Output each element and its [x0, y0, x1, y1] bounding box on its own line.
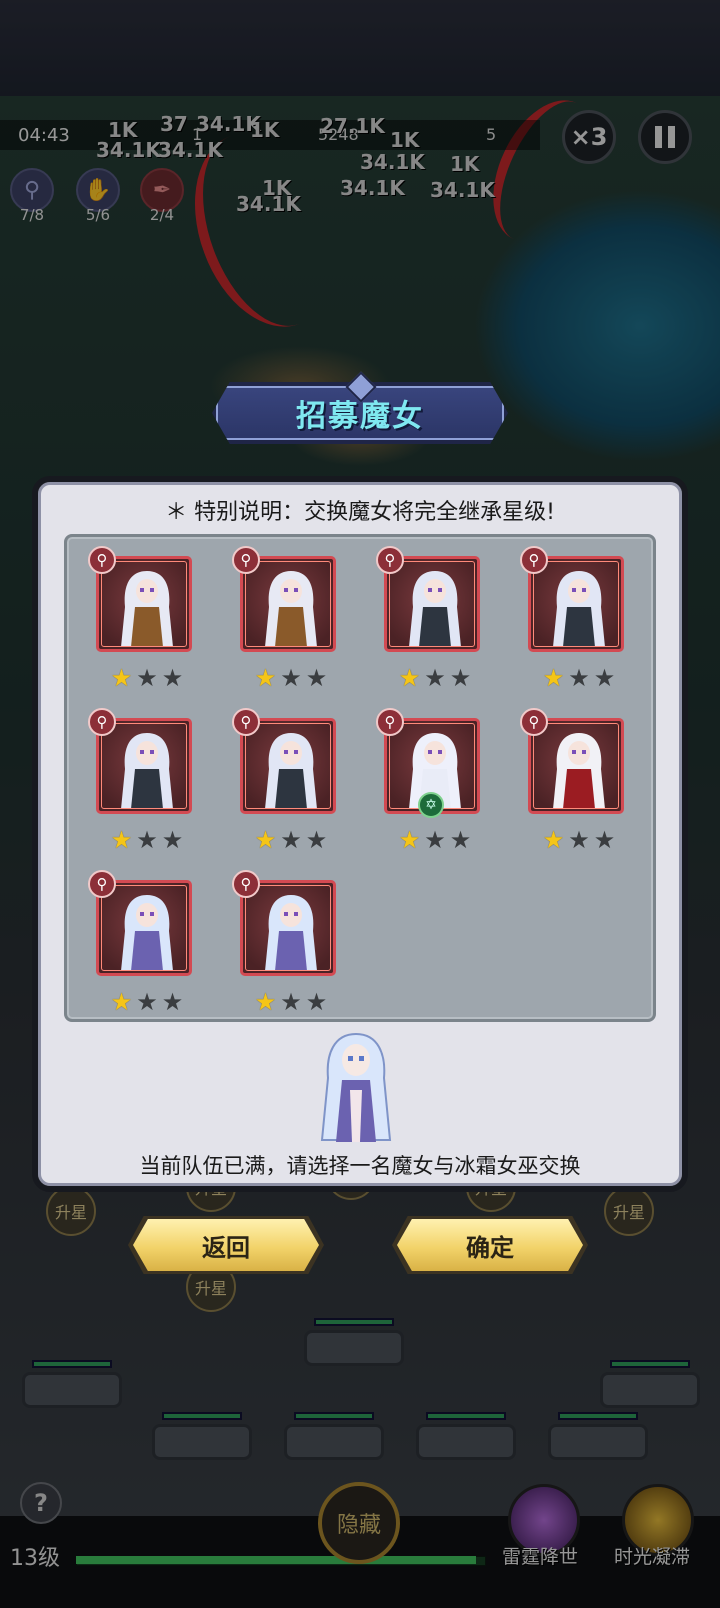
- star-rating: ★ ★ ★: [246, 666, 336, 690]
- star-empty-icon: ★: [568, 664, 590, 692]
- witch-portrait: [265, 733, 317, 809]
- star-rating: ★ ★ ★: [102, 828, 192, 852]
- star-empty-icon: ★: [449, 826, 472, 854]
- frost-witch-portrait: [320, 1032, 392, 1142]
- star-empty-icon: ★: [161, 988, 184, 1016]
- star-filled-icon: ★: [254, 988, 277, 1016]
- witch-card-crimson-witch[interactable]: ⚲ ★ ★ ★: [520, 708, 626, 852]
- star-empty-icon: ★: [136, 988, 158, 1016]
- star-empty-icon: ★: [449, 664, 472, 692]
- confirm-label: 确定: [466, 1233, 514, 1262]
- star-filled-icon: ★: [254, 826, 277, 854]
- witch-card-armored-witch[interactable]: ⚲ ★ ★ ★: [232, 546, 338, 690]
- witch-card-frost-witch[interactable]: ⚲ ★ ★ ★: [232, 870, 338, 1014]
- star-filled-icon: ★: [110, 988, 133, 1016]
- star-rating: ★ ★ ★: [390, 666, 480, 690]
- star-filled-icon: ★: [542, 664, 565, 692]
- witch-card-frost-witch[interactable]: ⚲ ★ ★ ★: [88, 870, 194, 1014]
- staff-icon: ⚲: [232, 546, 260, 574]
- witch-portrait: [121, 571, 173, 647]
- star-filled-icon: ★: [398, 826, 421, 854]
- star-empty-icon: ★: [136, 664, 158, 692]
- star-filled-icon: ★: [110, 664, 133, 692]
- witch-card-trident-witch[interactable]: ⚲ ★ ★ ★: [232, 708, 338, 852]
- witch-portrait: [553, 571, 605, 647]
- witch-card-hex-witch[interactable]: ⚲ ✡ ★ ★ ★: [376, 708, 482, 852]
- staff-icon: ⚲: [88, 708, 116, 736]
- staff-icon: ⚲: [88, 546, 116, 574]
- witch-card-trident-witch[interactable]: ⚲ ★ ★ ★: [520, 546, 626, 690]
- star-empty-icon: ★: [593, 826, 616, 854]
- staff-icon: ⚲: [232, 708, 260, 736]
- back-label: 返回: [202, 1233, 250, 1262]
- star-empty-icon: ★: [280, 826, 302, 854]
- star-empty-icon: ★: [136, 826, 158, 854]
- star-empty-icon: ★: [568, 826, 590, 854]
- witch-card-trident-witch[interactable]: ⚲ ★ ★ ★: [88, 708, 194, 852]
- staff-icon: ⚲: [232, 870, 260, 898]
- star-empty-icon: ★: [161, 664, 184, 692]
- star-filled-icon: ★: [110, 826, 133, 854]
- special-notice: ＊ 特别说明：交换魔女将完全继承星级!: [165, 500, 555, 525]
- star-rating: ★ ★ ★: [102, 990, 192, 1014]
- star-rating: ★ ★ ★: [246, 990, 336, 1014]
- witch-card-trident-witch[interactable]: ⚲ ★ ★ ★: [376, 546, 482, 690]
- star-empty-icon: ★: [305, 988, 328, 1016]
- star-filled-icon: ★: [254, 664, 277, 692]
- confirm-button[interactable]: 确定: [397, 1219, 583, 1271]
- star-empty-icon: ★: [305, 826, 328, 854]
- star-filled-icon: ★: [542, 826, 565, 854]
- star-rating: ★ ★ ★: [246, 828, 336, 852]
- staff-icon: ⚲: [376, 708, 404, 736]
- star-rating: ★ ★ ★: [102, 666, 192, 690]
- staff-icon: ⚲: [520, 708, 548, 736]
- witch-portrait: [553, 733, 605, 809]
- star-rating: ★ ★ ★: [390, 828, 480, 852]
- star-empty-icon: ★: [280, 988, 302, 1016]
- swap-instruction: 当前队伍已满，请选择一名魔女与冰霜女巫交换: [139, 1154, 581, 1178]
- witch-card-armored-witch[interactable]: ⚲ ★ ★ ★: [88, 546, 194, 690]
- star-empty-icon: ★: [305, 664, 328, 692]
- staff-icon: ⚲: [520, 546, 548, 574]
- star-empty-icon: ★: [280, 664, 302, 692]
- staff-icon: ⚲: [376, 546, 404, 574]
- star-filled-icon: ★: [398, 664, 421, 692]
- witch-portrait: [121, 895, 173, 971]
- witch-portrait: [409, 571, 461, 647]
- witch-portrait: [265, 895, 317, 971]
- witch-portrait: [265, 571, 317, 647]
- star-empty-icon: ★: [161, 826, 184, 854]
- star-rating: ★ ★ ★: [534, 666, 624, 690]
- hexagram-icon: ✡: [418, 792, 444, 818]
- star-empty-icon: ★: [424, 664, 446, 692]
- staff-icon: ⚲: [88, 870, 116, 898]
- back-button[interactable]: 返回: [133, 1219, 319, 1271]
- star-empty-icon: ★: [593, 664, 616, 692]
- star-empty-icon: ★: [424, 826, 446, 854]
- star-rating: ★ ★ ★: [534, 828, 624, 852]
- witch-portrait: [121, 733, 173, 809]
